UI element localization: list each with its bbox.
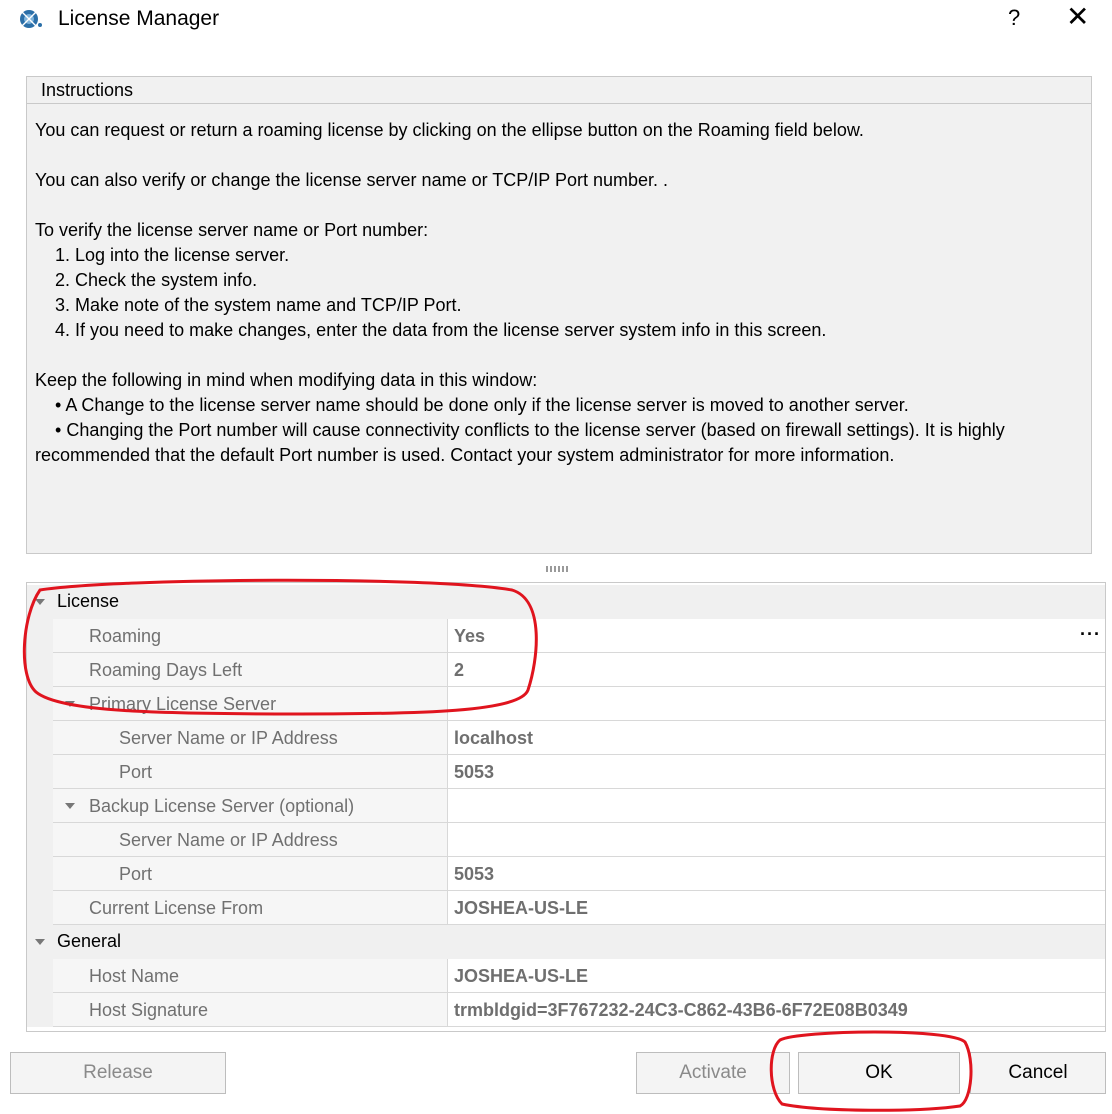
- property-row-host-signature[interactable]: Host Signature trmbldgid=3F767232-24C3-C…: [27, 993, 1105, 1027]
- property-name: Host Signature: [53, 993, 447, 1027]
- property-value: [447, 789, 1105, 823]
- activate-button[interactable]: Activate: [636, 1052, 790, 1094]
- category-general-label: General: [57, 931, 122, 951]
- property-value[interactable]: Yes ···: [447, 619, 1105, 653]
- property-row-roaming-days-left[interactable]: Roaming Days Left 2: [27, 653, 1105, 687]
- collapse-arrow-icon[interactable]: [65, 803, 75, 809]
- splitter-grip[interactable]: [546, 566, 568, 572]
- roaming-value: Yes: [454, 626, 486, 646]
- category-license-label: License: [57, 591, 120, 611]
- property-value[interactable]: localhost: [447, 721, 1105, 755]
- property-name: Server Name or IP Address: [53, 721, 447, 755]
- help-button[interactable]: ?: [1008, 5, 1020, 31]
- property-value[interactable]: [447, 823, 1105, 857]
- property-row-backup-port[interactable]: Port 5053: [27, 857, 1105, 891]
- title-bar: License Manager ? ✕: [0, 0, 1112, 40]
- property-name: Roaming Days Left: [53, 653, 447, 687]
- subcategory-primary-server[interactable]: Primary License Server: [27, 687, 1105, 721]
- category-general[interactable]: General: [27, 925, 1105, 959]
- property-row-current-license-from[interactable]: Current License From JOSHEA-US-LE: [27, 891, 1105, 925]
- property-grid: License Roaming Yes ··· Roaming Days Lef…: [26, 582, 1106, 1032]
- property-name: Port: [53, 755, 447, 789]
- roaming-ellipsis-button[interactable]: ···: [1080, 619, 1101, 649]
- property-row-primary-server-name[interactable]: Server Name or IP Address localhost: [27, 721, 1105, 755]
- cancel-button[interactable]: Cancel: [970, 1052, 1106, 1094]
- subcategory-label: Primary License Server: [89, 694, 277, 714]
- window-title: License Manager: [58, 7, 220, 30]
- property-row-primary-port[interactable]: Port 5053: [27, 755, 1105, 789]
- ok-button[interactable]: OK: [798, 1052, 960, 1094]
- subcategory-label: Backup License Server (optional): [89, 796, 355, 816]
- property-row-backup-server-name[interactable]: Server Name or IP Address: [27, 823, 1105, 857]
- property-value[interactable]: trmbldgid=3F767232-24C3-C862-43B6-6F72E0…: [447, 993, 1105, 1027]
- property-row-host-name[interactable]: Host Name JOSHEA-US-LE: [27, 959, 1105, 993]
- collapse-arrow-icon[interactable]: [35, 599, 45, 605]
- release-button[interactable]: Release: [10, 1052, 226, 1094]
- property-value[interactable]: JOSHEA-US-LE: [447, 891, 1105, 925]
- instructions-text: You can request or return a roaming lice…: [26, 104, 1092, 554]
- collapse-arrow-icon[interactable]: [35, 939, 45, 945]
- property-name: Roaming: [53, 619, 447, 653]
- close-button[interactable]: ✕: [1066, 2, 1089, 32]
- property-name: Host Name: [53, 959, 447, 993]
- property-value[interactable]: 5053: [447, 755, 1105, 789]
- category-license[interactable]: License: [27, 585, 1105, 619]
- property-name: Current License From: [53, 891, 447, 925]
- property-name: Port: [53, 857, 447, 891]
- property-row-roaming[interactable]: Roaming Yes ···: [27, 619, 1105, 653]
- property-value: [447, 687, 1105, 721]
- subcategory-backup-server[interactable]: Backup License Server (optional): [27, 789, 1105, 823]
- property-name: Server Name or IP Address: [53, 823, 447, 857]
- instructions-header: Instructions: [26, 76, 1092, 104]
- property-value[interactable]: 5053: [447, 857, 1105, 891]
- collapse-arrow-icon[interactable]: [65, 701, 75, 707]
- property-value[interactable]: 2: [447, 653, 1105, 687]
- app-logo-icon: [20, 10, 42, 28]
- property-value[interactable]: JOSHEA-US-LE: [447, 959, 1105, 993]
